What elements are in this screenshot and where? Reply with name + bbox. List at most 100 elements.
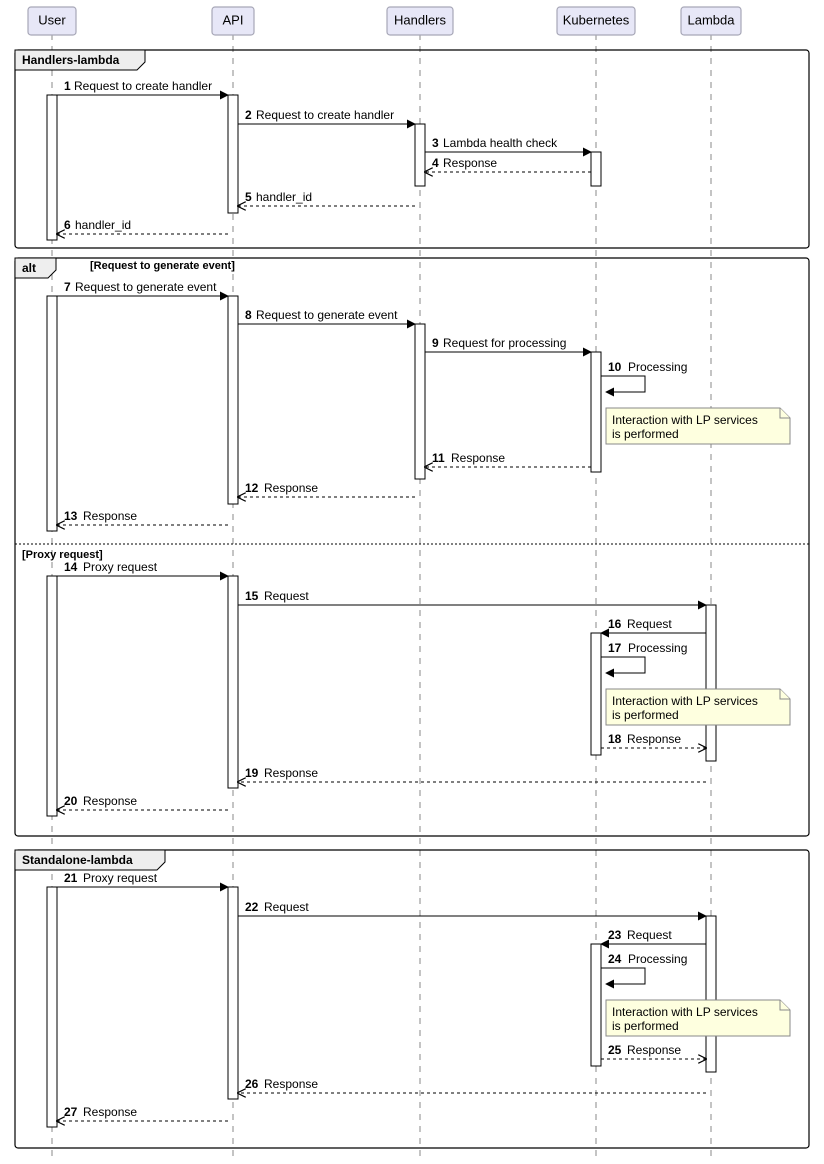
svg-text:Response: Response	[443, 156, 497, 170]
svg-text:handler_id: handler_id	[256, 190, 312, 204]
msg-3: 3 Lambda health check	[425, 136, 591, 152]
activation-kubernetes-2	[591, 352, 601, 472]
participant-user: User	[28, 7, 76, 35]
svg-text:Proxy request: Proxy request	[83, 871, 158, 885]
participant-api: API	[212, 7, 254, 35]
activation-api-3	[228, 576, 238, 788]
activation-lambda-3	[706, 605, 716, 761]
svg-text:Proxy request: Proxy request	[83, 560, 158, 574]
svg-text:24: 24	[608, 952, 622, 966]
participant-handlers: Handlers	[387, 7, 453, 35]
svg-text:handler_id: handler_id	[75, 218, 131, 232]
msg-11: 11 Response	[425, 451, 591, 467]
svg-text:Interaction with LP services: Interaction with LP services	[612, 694, 758, 708]
activation-kubernetes-3	[591, 633, 601, 755]
svg-text:8: 8	[245, 308, 252, 322]
msg-16: 16 Request	[601, 617, 706, 633]
svg-text:Request to generate event: Request to generate event	[75, 280, 217, 294]
svg-text:Response: Response	[627, 1043, 681, 1057]
msg-14: 14 Proxy request	[57, 560, 228, 576]
activation-user-4	[47, 887, 57, 1127]
svg-text:3: 3	[432, 136, 439, 150]
activation-api-2	[228, 296, 238, 504]
svg-text:9: 9	[432, 336, 439, 350]
svg-text:is performed: is performed	[612, 1019, 679, 1033]
svg-text:Request: Request	[627, 617, 672, 631]
svg-text:21: 21	[64, 871, 78, 885]
msg-19: 19 Response	[238, 766, 706, 782]
svg-text:7: 7	[64, 280, 71, 294]
msg-8: 8 Request to generate event	[238, 308, 415, 324]
group-standalone-lambda	[15, 850, 809, 1148]
msg-17: 17 Processing	[601, 641, 687, 673]
svg-text:Request: Request	[627, 928, 672, 942]
svg-text:27: 27	[64, 1105, 78, 1119]
msg-9: 9 Request for processing	[425, 336, 591, 352]
svg-text:1: 1	[64, 79, 71, 93]
svg-text:is performed: is performed	[612, 427, 679, 441]
group-alt	[15, 258, 809, 836]
svg-text:Request for processing: Request for processing	[443, 336, 566, 350]
note-3: Interaction with LP services is performe…	[606, 1000, 790, 1036]
activation-user-3	[47, 576, 57, 816]
group-label-text-handlers-lambda: Handlers-lambda	[22, 53, 120, 67]
svg-text:18: 18	[608, 732, 622, 746]
activation-api-4	[228, 887, 238, 1099]
svg-text:11: 11	[432, 451, 445, 465]
msg-23: 23 Request	[601, 928, 706, 944]
guard-1: [Request to generate event]	[90, 260, 235, 272]
svg-text:Response: Response	[264, 766, 318, 780]
svg-text:Handlers: Handlers	[394, 12, 447, 27]
msg-4: 4 Response	[425, 156, 591, 172]
svg-text:Request to create handler: Request to create handler	[74, 79, 212, 93]
svg-text:17: 17	[608, 641, 622, 655]
msg-13: 13 Response	[57, 509, 228, 525]
svg-text:Kubernetes: Kubernetes	[563, 12, 630, 27]
svg-text:2: 2	[245, 108, 252, 122]
activation-user-2	[47, 296, 57, 531]
svg-text:6: 6	[64, 218, 71, 232]
svg-text:Response: Response	[264, 481, 318, 495]
svg-text:is performed: is performed	[612, 708, 679, 722]
activation-kubernetes-1	[591, 152, 601, 186]
svg-text:4: 4	[432, 156, 439, 170]
participant-lambda: Lambda	[681, 7, 741, 35]
svg-text:26: 26	[245, 1077, 259, 1091]
svg-text:Response: Response	[451, 451, 505, 465]
msg-22: 22 Request	[238, 900, 706, 916]
svg-text:Response: Response	[264, 1077, 318, 1091]
msg-26: 26 Response	[238, 1077, 706, 1093]
note-1: Interaction with LP services is performe…	[606, 408, 790, 444]
svg-text:Request: Request	[264, 900, 309, 914]
svg-text:Request to generate event: Request to generate event	[256, 308, 398, 322]
msg-7: 7 Request to generate event	[57, 280, 228, 296]
msg-21: 21 Proxy request	[57, 871, 228, 887]
svg-text:5: 5	[245, 190, 252, 204]
svg-text:Response: Response	[83, 794, 137, 808]
msg-15: 15 Request	[238, 589, 706, 605]
svg-text:Processing: Processing	[628, 952, 687, 966]
svg-text:20: 20	[64, 794, 78, 808]
svg-text:Lambda health check: Lambda health check	[443, 136, 558, 150]
svg-text:API: API	[223, 12, 244, 27]
svg-text:Request to create handler: Request to create handler	[256, 108, 394, 122]
svg-text:25: 25	[608, 1043, 622, 1057]
svg-text:Response: Response	[83, 509, 137, 523]
msg-24: 24 Processing	[601, 952, 687, 984]
msg-18: 18 Response	[601, 732, 706, 748]
svg-text:13: 13	[64, 509, 78, 523]
note-2: Interaction with LP services is performe…	[606, 689, 790, 725]
msg-25: 25 Response	[601, 1043, 706, 1059]
svg-text:12: 12	[245, 481, 259, 495]
svg-text:Request: Request	[264, 589, 309, 603]
svg-text:Processing: Processing	[628, 360, 687, 374]
svg-text:Lambda: Lambda	[688, 12, 736, 27]
svg-text:User: User	[38, 12, 66, 27]
svg-text:16: 16	[608, 617, 622, 631]
group-label-text-standalone-lambda: Standalone-lambda	[22, 853, 133, 867]
svg-text:14: 14	[64, 560, 78, 574]
msg-12: 12 Response	[238, 481, 415, 497]
svg-text:10: 10	[608, 360, 622, 374]
activation-handlers-2	[415, 324, 425, 479]
activation-handlers-1	[415, 124, 425, 186]
